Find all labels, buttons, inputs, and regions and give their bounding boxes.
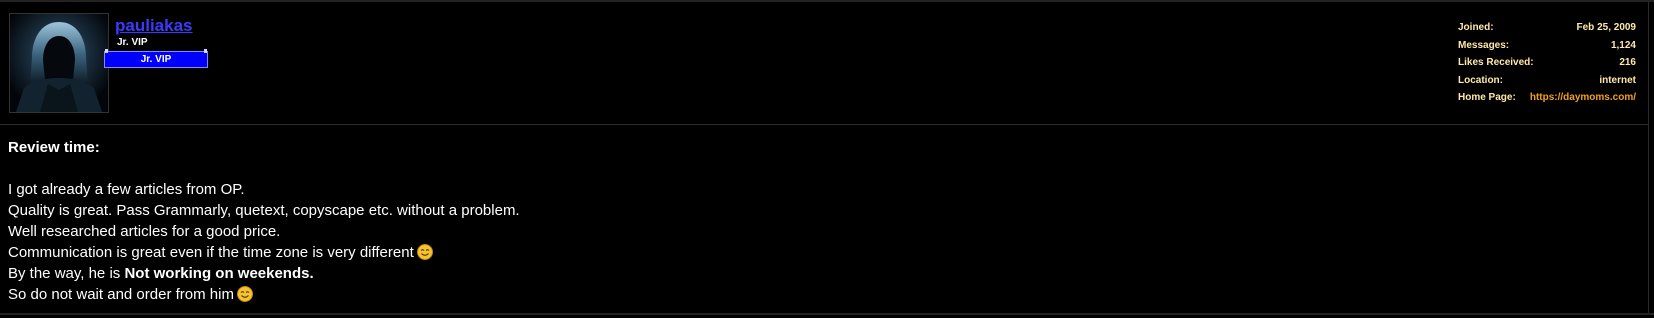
stat-messages: Messages: 1,124 <box>1458 40 1636 58</box>
stat-label: Messages: <box>1458 39 1510 51</box>
post-line-text: Communication is great even if the time … <box>8 244 414 261</box>
stat-label: Home Page: <box>1458 92 1516 104</box>
stat-location: Location: internet <box>1458 75 1636 93</box>
stat-value: internet <box>1599 74 1636 86</box>
post-line: Communication is great even if the time … <box>8 242 1628 263</box>
avatar[interactable] <box>9 13 109 113</box>
username-link[interactable]: pauliakas <box>115 16 193 36</box>
hooded-figure-avatar-icon <box>10 14 108 112</box>
smile-emoji-icon <box>236 286 253 302</box>
stat-label: Location: <box>1458 74 1503 86</box>
user-stats: Joined: Feb 25, 2009 Messages: 1,124 Lik… <box>1458 22 1636 110</box>
stat-value: 1,124 <box>1610 39 1636 51</box>
user-rank-banner: Jr. VIP <box>104 49 208 68</box>
stat-joined: Joined: Feb 25, 2009 <box>1458 22 1636 40</box>
bottom-divider <box>0 313 1654 315</box>
post-line-text: So do not wait and order from him <box>8 286 234 303</box>
post-body: Review time: I got already a few article… <box>8 137 1628 305</box>
stat-home-page: Home Page: https://daymoms.com/ <box>1458 92 1636 110</box>
stat-value: 216 <box>1619 57 1636 69</box>
post-line: I got already a few articles from OP. <box>8 181 245 198</box>
post-line-text: By the way, he is <box>8 265 125 282</box>
banner-pin-left <box>105 49 108 53</box>
post-header: pauliakas Jr. VIP Jr. VIP Joined: Feb 25… <box>0 2 1648 125</box>
forum-post: pauliakas Jr. VIP Jr. VIP Joined: Feb 25… <box>0 2 1649 314</box>
home-page-link[interactable]: https://daymoms.com/ <box>1530 92 1636 103</box>
banner-pin-right <box>204 49 207 53</box>
stat-label: Joined: <box>1458 22 1494 33</box>
stat-value: Feb 25, 2009 <box>1576 22 1636 33</box>
smile-emoji-icon <box>416 244 433 260</box>
post-line-bold: Not working on weekends. <box>124 265 314 282</box>
post-heading: Review time: <box>8 139 100 156</box>
stat-likes-received: Likes Received: 216 <box>1458 57 1636 75</box>
user-rank-title: Jr. VIP <box>117 37 148 48</box>
post-line: By the way, he is Not working on weekend… <box>8 263 1628 284</box>
post-line: So do not wait and order from him <box>8 284 1628 305</box>
post-line: Quality is great. Pass Grammarly, quetex… <box>8 202 520 219</box>
post-line: Well researched articles for a good pric… <box>8 223 281 240</box>
rank-banner-label: Jr. VIP <box>140 54 172 65</box>
stat-label: Likes Received: <box>1458 57 1534 69</box>
